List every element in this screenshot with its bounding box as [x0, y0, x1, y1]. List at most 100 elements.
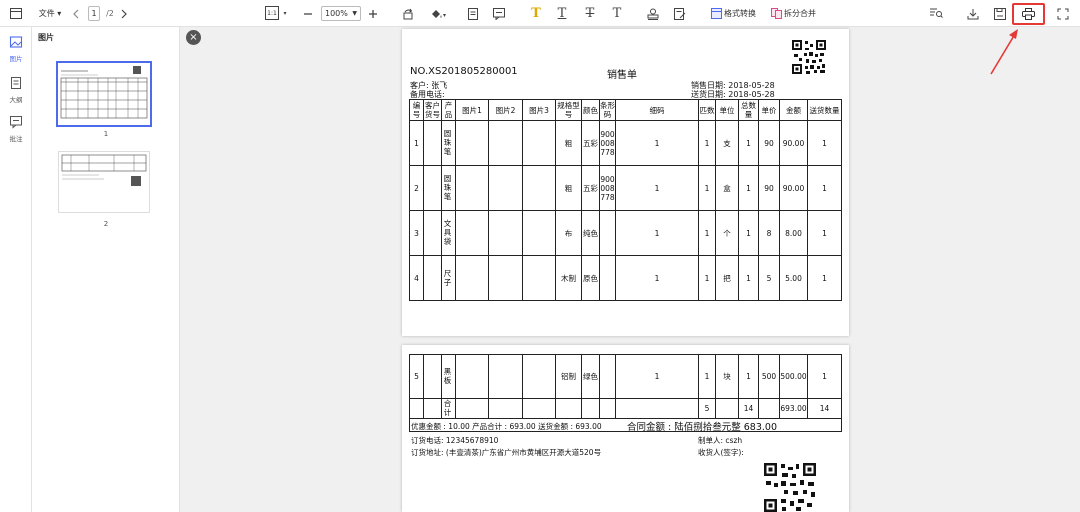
split-merge-button[interactable]: 拆分合并	[784, 4, 818, 23]
column-header: 送货数量	[809, 105, 840, 115]
barcode: 900008778	[600, 129, 615, 157]
product-name: 黑板	[443, 367, 452, 385]
prev-page-icon[interactable]	[70, 4, 82, 23]
pieces: 1	[704, 273, 710, 283]
column-header: 规格型号	[557, 101, 580, 119]
zoom-select[interactable]: 100% ▼	[321, 6, 361, 21]
zoom-in-icon[interactable]	[366, 4, 380, 23]
next-page-icon[interactable]	[118, 4, 130, 23]
signature-icon[interactable]	[672, 4, 688, 23]
ship-quantity: 1	[822, 138, 827, 148]
column-header: 图片1	[462, 105, 482, 115]
file-menu[interactable]: 文件 ▾	[36, 4, 64, 23]
total-amount: 693.00	[780, 404, 807, 413]
maker: 制单人: cszh	[698, 436, 743, 445]
sidebar-item-outline[interactable]: 大纲	[0, 76, 32, 104]
column-header: 图片2	[495, 105, 516, 115]
column-header: 金额	[786, 105, 801, 115]
pieces: 1	[704, 138, 710, 148]
thumbnail-panel: 图片 1 2	[32, 27, 180, 512]
amount: 500.00	[780, 372, 807, 381]
column-header: 产品	[444, 101, 453, 119]
size: 1	[654, 273, 660, 283]
total-ship: 14	[819, 404, 830, 413]
underline-text-icon[interactable]: T	[554, 4, 570, 23]
barcode: 900008778	[600, 174, 615, 202]
menu-icon[interactable]	[8, 4, 24, 23]
column-header: 单价	[761, 105, 777, 115]
size: 1	[654, 372, 660, 381]
close-panel-button[interactable]: ×	[186, 30, 201, 45]
color: 原色	[583, 273, 598, 283]
fit-dropdown-icon[interactable]: ▾	[281, 4, 289, 23]
product-name: 圆珠笔	[443, 174, 452, 201]
outline-icon	[11, 77, 21, 89]
discount-summary: 优惠金额 : 10.00 产品合计 : 693.00 送货金额 : 693.00	[411, 422, 602, 431]
panel-title: 图片	[38, 33, 54, 42]
chevron-down-icon: ▼	[352, 10, 357, 17]
unit: 个	[723, 228, 731, 238]
price: 500	[761, 372, 777, 381]
page-number-input[interactable]: 1	[88, 6, 100, 21]
sidebar: 图片 大纲 批注	[0, 27, 32, 512]
fill-color-icon[interactable]: ▾	[428, 4, 450, 23]
strikethrough-text-icon[interactable]: T	[582, 4, 598, 23]
unit: 支	[723, 138, 731, 148]
save-icon[interactable]	[992, 4, 1008, 23]
price: 8	[766, 228, 772, 238]
search-icon[interactable]	[928, 4, 944, 23]
unit: 块	[723, 372, 731, 381]
sidebar-item-images[interactable]: 图片	[0, 35, 32, 63]
page-icon[interactable]	[465, 4, 481, 23]
spec: 铝制	[561, 372, 576, 381]
total-label: 合计	[443, 399, 452, 417]
quantity: 1	[746, 273, 751, 283]
pieces: 1	[704, 183, 710, 193]
download-icon[interactable]	[965, 4, 981, 23]
column-header: 条形码	[600, 101, 615, 119]
comment-tool-icon[interactable]	[491, 4, 507, 23]
row-number: 2	[414, 183, 419, 193]
column-header: 图片3	[529, 105, 549, 115]
zoom-value: 100%	[325, 9, 348, 18]
stamp-icon[interactable]	[645, 4, 661, 23]
product-name: 圆珠笔	[443, 129, 452, 156]
split-merge-icon	[770, 4, 782, 23]
row-number: 1	[414, 138, 419, 148]
ship-quantity: 1	[822, 228, 827, 238]
ship-quantity: 1	[822, 372, 827, 381]
highlight-text-icon[interactable]: T	[528, 4, 544, 23]
page-total: /2	[106, 9, 114, 18]
contract-amount: 合同金额 : 陆佰捌拾叁元整 683.00	[627, 422, 778, 433]
rotate-icon[interactable]	[400, 4, 416, 23]
order-number: NO.XS201805280001	[410, 66, 518, 77]
zoom-out-icon[interactable]	[301, 4, 315, 23]
quantity: 1	[746, 138, 751, 148]
amount: 90.00	[782, 138, 805, 148]
document-page-1: NO.XS201805280001 销售单 客户: 张飞 备用电话: 销售日期:…	[402, 29, 849, 336]
price: 5	[766, 273, 772, 283]
ship-quantity: 1	[822, 183, 827, 193]
ship-quantity: 1	[822, 273, 827, 283]
row-number: 4	[414, 273, 419, 283]
add-text-icon[interactable]: T	[609, 4, 625, 23]
spec: 粗	[564, 138, 573, 148]
color: 五彩	[583, 183, 598, 193]
receiver-signature: 收货人(签字):	[698, 448, 744, 457]
actual-size-button[interactable]: 1:1	[265, 6, 279, 20]
order-phone: 订货电话: 12345678910	[411, 436, 499, 445]
quantity: 1	[746, 228, 751, 238]
format-convert-button[interactable]: 格式转换	[724, 4, 758, 23]
fullscreen-icon[interactable]	[1055, 4, 1071, 23]
column-header: 编号	[412, 101, 421, 119]
column-header: 总数量	[741, 101, 756, 119]
order-address: 订货地址: (丰壹清茶)广东省广州市黄埔区开源大道520号	[411, 448, 602, 457]
column-header: 细码	[649, 105, 665, 115]
total-quantity: 14	[743, 404, 754, 413]
product-name: 文具袋	[443, 219, 452, 246]
color: 纯色	[583, 228, 598, 238]
sidebar-item-comments[interactable]: 批注	[0, 115, 32, 143]
comment-icon	[10, 116, 22, 129]
thumbnail-page-1[interactable]	[56, 61, 152, 127]
thumbnail-page-2[interactable]	[58, 151, 150, 213]
